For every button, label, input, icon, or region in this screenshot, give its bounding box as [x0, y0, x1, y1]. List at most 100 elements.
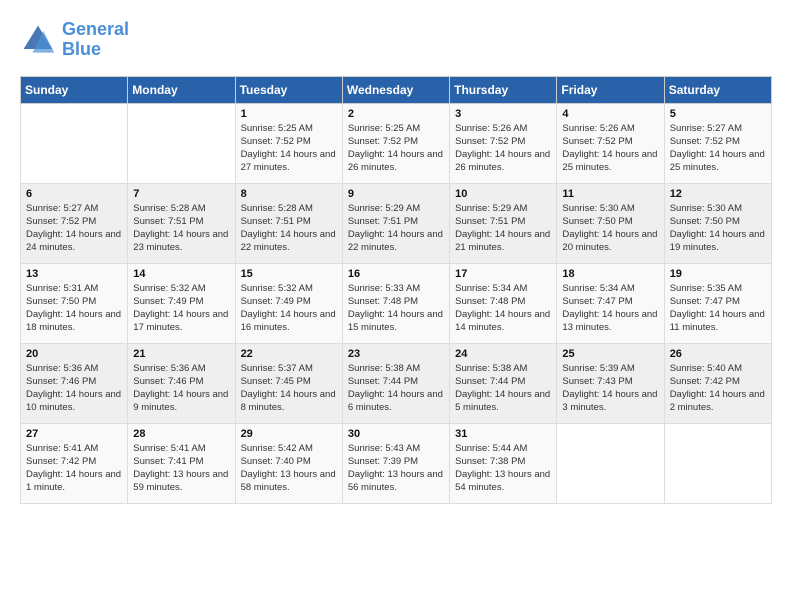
day-number: 16 — [348, 268, 444, 280]
calendar-cell: 4 Sunrise: 5:26 AMSunset: 7:52 PMDaylight… — [557, 103, 664, 183]
calendar-week-row: 27 Sunrise: 5:41 AMSunset: 7:42 PMDayligh… — [21, 423, 772, 503]
calendar-cell: 27 Sunrise: 5:41 AMSunset: 7:42 PMDayligh… — [21, 423, 128, 503]
day-number: 2 — [348, 108, 444, 120]
calendar-week-row: 6Sunrise: 5:27 AMSunset: 7:52 PMDaylight… — [21, 183, 772, 263]
day-number: 22 — [241, 348, 337, 360]
calendar-cell — [128, 103, 235, 183]
day-number: 11 — [562, 188, 658, 200]
day-number: 4 — [562, 108, 658, 120]
day-number: 24 — [455, 348, 551, 360]
calendar-cell: 21 Sunrise: 5:36 AMSunset: 7:46 PMDayligh… — [128, 343, 235, 423]
calendar-week-row: 13 Sunrise: 5:31 AMSunset: 7:50 PMDayligh… — [21, 263, 772, 343]
day-number: 18 — [562, 268, 658, 280]
day-info: Sunrise: 5:33 AMSunset: 7:48 PMDaylight:… — [348, 282, 444, 335]
day-number: 26 — [670, 348, 766, 360]
day-info: Sunrise: 5:42 AMSunset: 7:40 PMDaylight:… — [241, 442, 337, 495]
day-number: 14 — [133, 268, 229, 280]
day-info: Sunrise: 5:25 AMSunset: 7:52 PMDaylight:… — [241, 122, 337, 175]
calendar-cell — [557, 423, 664, 503]
day-info: Sunrise: 5:38 AMSunset: 7:44 PMDaylight:… — [455, 362, 551, 415]
calendar-cell: 24 Sunrise: 5:38 AMSunset: 7:44 PMDayligh… — [450, 343, 557, 423]
day-number: 30 — [348, 428, 444, 440]
day-number: 21 — [133, 348, 229, 360]
calendar-week-row: 1 Sunrise: 5:25 AMSunset: 7:52 PMDaylight… — [21, 103, 772, 183]
calendar-cell: 1 Sunrise: 5:25 AMSunset: 7:52 PMDaylight… — [235, 103, 342, 183]
calendar-cell: 12 Sunrise: 5:30 AMSunset: 7:50 PMDayligh… — [664, 183, 771, 263]
logo-text: General Blue — [62, 20, 129, 60]
calendar-table: SundayMondayTuesdayWednesdayThursdayFrid… — [20, 76, 772, 504]
day-number: 29 — [241, 428, 337, 440]
day-number: 10 — [455, 188, 551, 200]
calendar-cell: 11Sunrise: 5:30 AMSunset: 7:50 PMDayligh… — [557, 183, 664, 263]
day-info: Sunrise: 5:41 AMSunset: 7:42 PMDaylight:… — [26, 442, 122, 495]
day-info: Sunrise: 5:28 AMSunset: 7:51 PMDaylight:… — [133, 202, 229, 255]
calendar-cell: 23Sunrise: 5:38 AMSunset: 7:44 PMDayligh… — [342, 343, 449, 423]
calendar-cell — [21, 103, 128, 183]
calendar-cell: 26Sunrise: 5:40 AMSunset: 7:42 PMDayligh… — [664, 343, 771, 423]
day-number: 13 — [26, 268, 122, 280]
day-number: 28 — [133, 428, 229, 440]
day-info: Sunrise: 5:43 AMSunset: 7:39 PMDaylight:… — [348, 442, 444, 495]
calendar-cell: 15 Sunrise: 5:32 AMSunset: 7:49 PMDayligh… — [235, 263, 342, 343]
weekday-header: Thursday — [450, 76, 557, 103]
day-number: 5 — [670, 108, 766, 120]
day-info: Sunrise: 5:28 AMSunset: 7:51 PMDaylight:… — [241, 202, 337, 255]
calendar-cell: 29 Sunrise: 5:42 AMSunset: 7:40 PMDayligh… — [235, 423, 342, 503]
weekday-header: Tuesday — [235, 76, 342, 103]
day-number: 1 — [241, 108, 337, 120]
day-info: Sunrise: 5:39 AMSunset: 7:43 PMDaylight:… — [562, 362, 658, 415]
day-info: Sunrise: 5:29 AMSunset: 7:51 PMDaylight:… — [348, 202, 444, 255]
day-info: Sunrise: 5:30 AMSunset: 7:50 PMDaylight:… — [670, 202, 766, 255]
calendar-cell: 3 Sunrise: 5:26 AMSunset: 7:52 PMDaylight… — [450, 103, 557, 183]
day-info: Sunrise: 5:27 AMSunset: 7:52 PMDaylight:… — [670, 122, 766, 175]
calendar-cell: 16 Sunrise: 5:33 AMSunset: 7:48 PMDayligh… — [342, 263, 449, 343]
page-header: General Blue — [20, 20, 772, 60]
day-info: Sunrise: 5:26 AMSunset: 7:52 PMDaylight:… — [455, 122, 551, 175]
weekday-header: Sunday — [21, 76, 128, 103]
day-info: Sunrise: 5:32 AMSunset: 7:49 PMDaylight:… — [133, 282, 229, 335]
day-info: Sunrise: 5:37 AMSunset: 7:45 PMDaylight:… — [241, 362, 337, 415]
day-info: Sunrise: 5:27 AMSunset: 7:52 PMDaylight:… — [26, 202, 122, 255]
calendar-cell: 19 Sunrise: 5:35 AMSunset: 7:47 PMDayligh… — [664, 263, 771, 343]
day-info: Sunrise: 5:38 AMSunset: 7:44 PMDaylight:… — [348, 362, 444, 415]
calendar-cell: 30 Sunrise: 5:43 AMSunset: 7:39 PMDayligh… — [342, 423, 449, 503]
calendar-cell: 17Sunrise: 5:34 AMSunset: 7:48 PMDayligh… — [450, 263, 557, 343]
day-number: 9 — [348, 188, 444, 200]
day-number: 12 — [670, 188, 766, 200]
day-number: 8 — [241, 188, 337, 200]
day-info: Sunrise: 5:36 AMSunset: 7:46 PMDaylight:… — [26, 362, 122, 415]
weekday-header: Friday — [557, 76, 664, 103]
calendar-cell: 6Sunrise: 5:27 AMSunset: 7:52 PMDaylight… — [21, 183, 128, 263]
day-number: 20 — [26, 348, 122, 360]
calendar-cell — [664, 423, 771, 503]
day-number: 27 — [26, 428, 122, 440]
day-info: Sunrise: 5:36 AMSunset: 7:46 PMDaylight:… — [133, 362, 229, 415]
day-info: Sunrise: 5:29 AMSunset: 7:51 PMDaylight:… — [455, 202, 551, 255]
weekday-header: Saturday — [664, 76, 771, 103]
day-info: Sunrise: 5:26 AMSunset: 7:52 PMDaylight:… — [562, 122, 658, 175]
calendar-cell: 13 Sunrise: 5:31 AMSunset: 7:50 PMDayligh… — [21, 263, 128, 343]
calendar-cell: 31Sunrise: 5:44 AMSunset: 7:38 PMDayligh… — [450, 423, 557, 503]
day-number: 3 — [455, 108, 551, 120]
day-info: Sunrise: 5:34 AMSunset: 7:48 PMDaylight:… — [455, 282, 551, 335]
calendar-cell: 10 Sunrise: 5:29 AMSunset: 7:51 PMDayligh… — [450, 183, 557, 263]
day-info: Sunrise: 5:31 AMSunset: 7:50 PMDaylight:… — [26, 282, 122, 335]
logo-icon — [20, 22, 56, 58]
calendar-cell: 7 Sunrise: 5:28 AMSunset: 7:51 PMDaylight… — [128, 183, 235, 263]
logo: General Blue — [20, 20, 129, 60]
day-number: 15 — [241, 268, 337, 280]
day-number: 7 — [133, 188, 229, 200]
day-number: 19 — [670, 268, 766, 280]
calendar-cell: 5 Sunrise: 5:27 AMSunset: 7:52 PMDaylight… — [664, 103, 771, 183]
calendar-cell: 14 Sunrise: 5:32 AMSunset: 7:49 PMDayligh… — [128, 263, 235, 343]
calendar-cell: 2Sunrise: 5:25 AMSunset: 7:52 PMDaylight… — [342, 103, 449, 183]
calendar-cell: 22 Sunrise: 5:37 AMSunset: 7:45 PMDayligh… — [235, 343, 342, 423]
calendar-cell: 18Sunrise: 5:34 AMSunset: 7:47 PMDayligh… — [557, 263, 664, 343]
calendar-week-row: 20 Sunrise: 5:36 AMSunset: 7:46 PMDayligh… — [21, 343, 772, 423]
weekday-header: Monday — [128, 76, 235, 103]
calendar-header-row: SundayMondayTuesdayWednesdayThursdayFrid… — [21, 76, 772, 103]
day-info: Sunrise: 5:32 AMSunset: 7:49 PMDaylight:… — [241, 282, 337, 335]
day-info: Sunrise: 5:35 AMSunset: 7:47 PMDaylight:… — [670, 282, 766, 335]
calendar-body: 1 Sunrise: 5:25 AMSunset: 7:52 PMDaylight… — [21, 103, 772, 503]
day-info: Sunrise: 5:44 AMSunset: 7:38 PMDaylight:… — [455, 442, 551, 495]
